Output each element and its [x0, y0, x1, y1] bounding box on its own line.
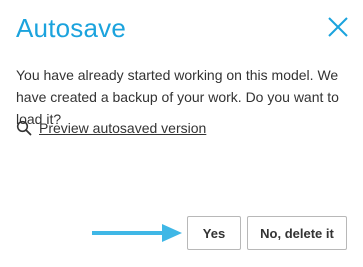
- autosave-dialog: Autosave You have already started workin…: [0, 0, 363, 267]
- yes-button[interactable]: Yes: [187, 216, 241, 250]
- search-icon: [16, 120, 32, 136]
- close-button[interactable]: [325, 14, 351, 40]
- preview-row: Preview autosaved version: [16, 120, 206, 136]
- dialog-title: Autosave: [16, 13, 127, 43]
- preview-autosaved-link[interactable]: Preview autosaved version: [39, 120, 206, 136]
- no-delete-button[interactable]: No, delete it: [247, 216, 347, 250]
- arrow-right-icon: [92, 224, 182, 242]
- close-icon: [328, 17, 348, 37]
